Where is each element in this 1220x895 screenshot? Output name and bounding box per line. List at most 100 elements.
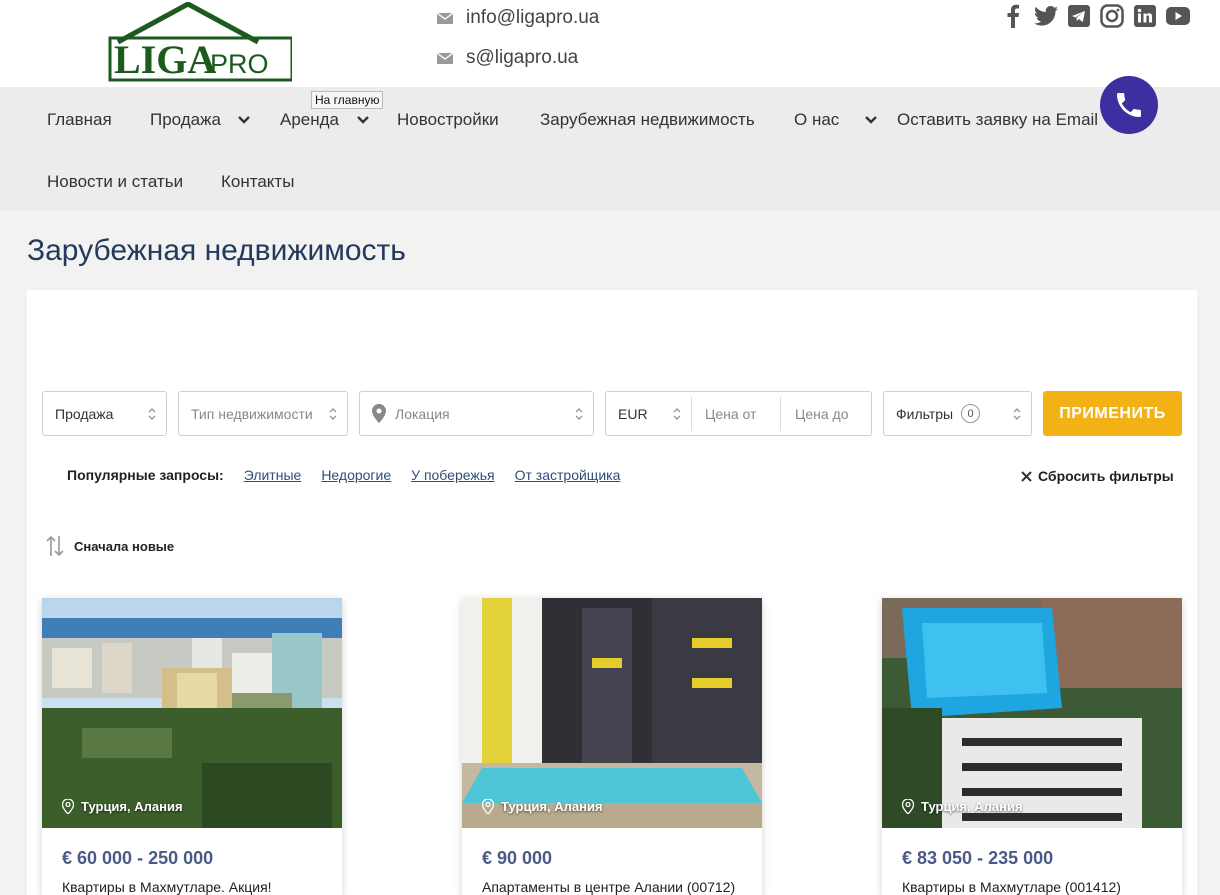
card-location: Турция, Алания bbox=[902, 799, 1023, 814]
card-location-text: Турция, Алания bbox=[921, 799, 1023, 814]
popular-queries: Популярные запросы: Элитные Недорогие У … bbox=[67, 467, 620, 483]
apply-button[interactable]: ПРИМЕНИТЬ bbox=[1043, 391, 1182, 436]
property-photo bbox=[42, 598, 342, 828]
email-secondary-text: s@ligapro.ua bbox=[466, 47, 579, 68]
nav-item-contacts[interactable]: Контакты bbox=[221, 172, 294, 192]
card-location-text: Турция, Алания bbox=[501, 799, 603, 814]
price-range-group: EUR Цена от Цена до bbox=[605, 391, 872, 436]
email-info[interactable]: info@ligapro.ua bbox=[437, 7, 599, 29]
popular-link-elite[interactable]: Элитные bbox=[244, 467, 302, 483]
mail-icon bbox=[437, 12, 453, 24]
filters-count-badge: 0 bbox=[961, 404, 981, 423]
page-title: Зарубежная недвижимость bbox=[27, 234, 406, 267]
deal-type-select[interactable]: Продажа bbox=[42, 391, 167, 436]
updown-arrows-icon bbox=[148, 408, 156, 420]
home-tooltip: На главную bbox=[311, 91, 384, 109]
reset-filters-label: Сбросить фильтры bbox=[1038, 468, 1174, 484]
property-photo bbox=[462, 598, 762, 828]
telegram-icon[interactable] bbox=[1067, 4, 1091, 28]
nav-item-label: О нас bbox=[794, 110, 840, 129]
linkedin-icon[interactable] bbox=[1133, 4, 1157, 28]
chevron-down-icon[interactable] bbox=[238, 116, 250, 124]
filters-button[interactable]: Фильтры 0 bbox=[883, 391, 1032, 436]
nav-item-home[interactable]: Главная bbox=[47, 110, 112, 130]
location-pin-icon bbox=[902, 799, 914, 814]
nav-item-new-buildings[interactable]: Новостройки bbox=[397, 110, 499, 130]
price-to-placeholder: Цена до bbox=[795, 405, 849, 422]
updown-arrows-icon bbox=[1013, 408, 1021, 420]
location-pin-icon bbox=[62, 799, 74, 814]
deal-type-value: Продажа bbox=[55, 405, 114, 422]
nav-item-label: Аренда bbox=[280, 110, 340, 129]
nav-item-label: Главная bbox=[47, 110, 112, 129]
sort-control[interactable]: Сначала новые bbox=[46, 535, 174, 557]
currency-select[interactable]: EUR bbox=[606, 392, 691, 435]
card-title[interactable]: Апартаменты в центре Алании (00712) bbox=[482, 879, 735, 895]
twitter-icon[interactable] bbox=[1034, 4, 1058, 28]
sort-arrows-icon bbox=[46, 535, 64, 557]
close-icon bbox=[1021, 470, 1032, 482]
property-card[interactable]: Турция, Алания € 60 000 - 250 000 Кварти… bbox=[42, 598, 342, 895]
facebook-icon[interactable] bbox=[1001, 4, 1025, 28]
property-type-placeholder: Тип недвижимости bbox=[191, 405, 313, 422]
price-from-input[interactable]: Цена от bbox=[692, 406, 780, 422]
card-title[interactable]: Квартиры в Махмутларе. Акция! bbox=[62, 879, 272, 895]
nav-item-label: Контакты bbox=[221, 172, 295, 191]
main-navigation: Главная Продажа Аренда Новостройки Заруб… bbox=[0, 87, 1220, 211]
email-info-text: info@ligapro.ua bbox=[466, 7, 600, 28]
nav-item-email-request[interactable]: Оставить заявку на Email bbox=[897, 110, 1098, 130]
nav-item-foreign-property[interactable]: Зарубежная недвижимость bbox=[540, 110, 755, 130]
top-bar: LIGA PRO info@ligapro.ua s@ligapro.ua bbox=[0, 0, 1220, 87]
card-price: € 83 050 - 235 000 bbox=[902, 848, 1054, 868]
nav-item-about[interactable]: О нас bbox=[794, 110, 878, 130]
mail-icon bbox=[437, 52, 453, 64]
price-to-input[interactable]: Цена до bbox=[781, 406, 871, 422]
filters-label: Фильтры bbox=[896, 405, 954, 422]
property-card[interactable]: Турция, Алания € 83 050 - 235 000 Кварти… bbox=[882, 598, 1182, 895]
nav-item-label: Продажа bbox=[150, 110, 221, 129]
updown-arrows-icon bbox=[673, 408, 681, 420]
price-from-placeholder: Цена от bbox=[705, 405, 757, 422]
chevron-down-icon[interactable] bbox=[865, 116, 878, 124]
property-photo bbox=[882, 598, 1182, 828]
card-price: € 90 000 bbox=[482, 848, 553, 868]
location-pin-icon bbox=[482, 799, 494, 814]
call-button[interactable] bbox=[1100, 76, 1158, 134]
card-title[interactable]: Квартиры в Махмутларе (001412) bbox=[902, 879, 1121, 895]
location-pin-icon bbox=[372, 404, 386, 423]
updown-arrows-icon bbox=[329, 408, 337, 420]
youtube-icon[interactable] bbox=[1166, 4, 1190, 28]
property-card[interactable]: Турция, Алания € 90 000 Апартаменты в це… bbox=[462, 598, 762, 895]
phone-icon bbox=[1117, 93, 1141, 117]
card-location-text: Турция, Алания bbox=[81, 799, 183, 814]
nav-item-rent[interactable]: Аренда bbox=[280, 110, 369, 130]
updown-arrows-icon bbox=[575, 408, 583, 420]
social-links bbox=[1001, 4, 1190, 28]
location-placeholder: Локация bbox=[395, 405, 450, 422]
nav-item-label: Новости и статьи bbox=[47, 172, 184, 191]
chevron-down-icon[interactable] bbox=[357, 116, 369, 124]
property-type-select[interactable]: Тип недвижимости bbox=[178, 391, 348, 436]
popular-link-seaside[interactable]: У побережья bbox=[411, 467, 494, 483]
instagram-icon[interactable] bbox=[1100, 4, 1124, 28]
nav-item-news[interactable]: Новости и статьи bbox=[47, 172, 183, 192]
popular-link-cheap[interactable]: Недорогие bbox=[321, 467, 391, 483]
popular-link-developer[interactable]: От застройщика bbox=[515, 467, 621, 483]
nav-item-label: Оставить заявку на Email bbox=[897, 110, 1099, 129]
site-logo[interactable]: LIGA PRO bbox=[108, 1, 294, 82]
nav-item-sale[interactable]: Продажа bbox=[150, 110, 250, 130]
nav-item-label: Новостройки bbox=[397, 110, 499, 129]
svg-text:LIGA: LIGA bbox=[114, 37, 216, 82]
email-secondary[interactable]: s@ligapro.ua bbox=[437, 47, 578, 69]
location-select[interactable]: Локация bbox=[359, 391, 594, 436]
card-location: Турция, Алания bbox=[62, 799, 183, 814]
card-location: Турция, Алания bbox=[482, 799, 603, 814]
currency-value: EUR bbox=[618, 405, 648, 422]
nav-item-label: Зарубежная недвижимость bbox=[540, 110, 755, 129]
popular-queries-label: Популярные запросы: bbox=[67, 467, 224, 483]
search-panel: Продажа Тип недвижимости Локация EUR Цен… bbox=[27, 290, 1197, 895]
svg-text:PRO: PRO bbox=[210, 49, 269, 79]
sort-label: Сначала новые bbox=[74, 538, 175, 554]
card-price: € 60 000 - 250 000 bbox=[62, 848, 214, 868]
reset-filters-button[interactable]: Сбросить фильтры bbox=[1021, 468, 1174, 484]
